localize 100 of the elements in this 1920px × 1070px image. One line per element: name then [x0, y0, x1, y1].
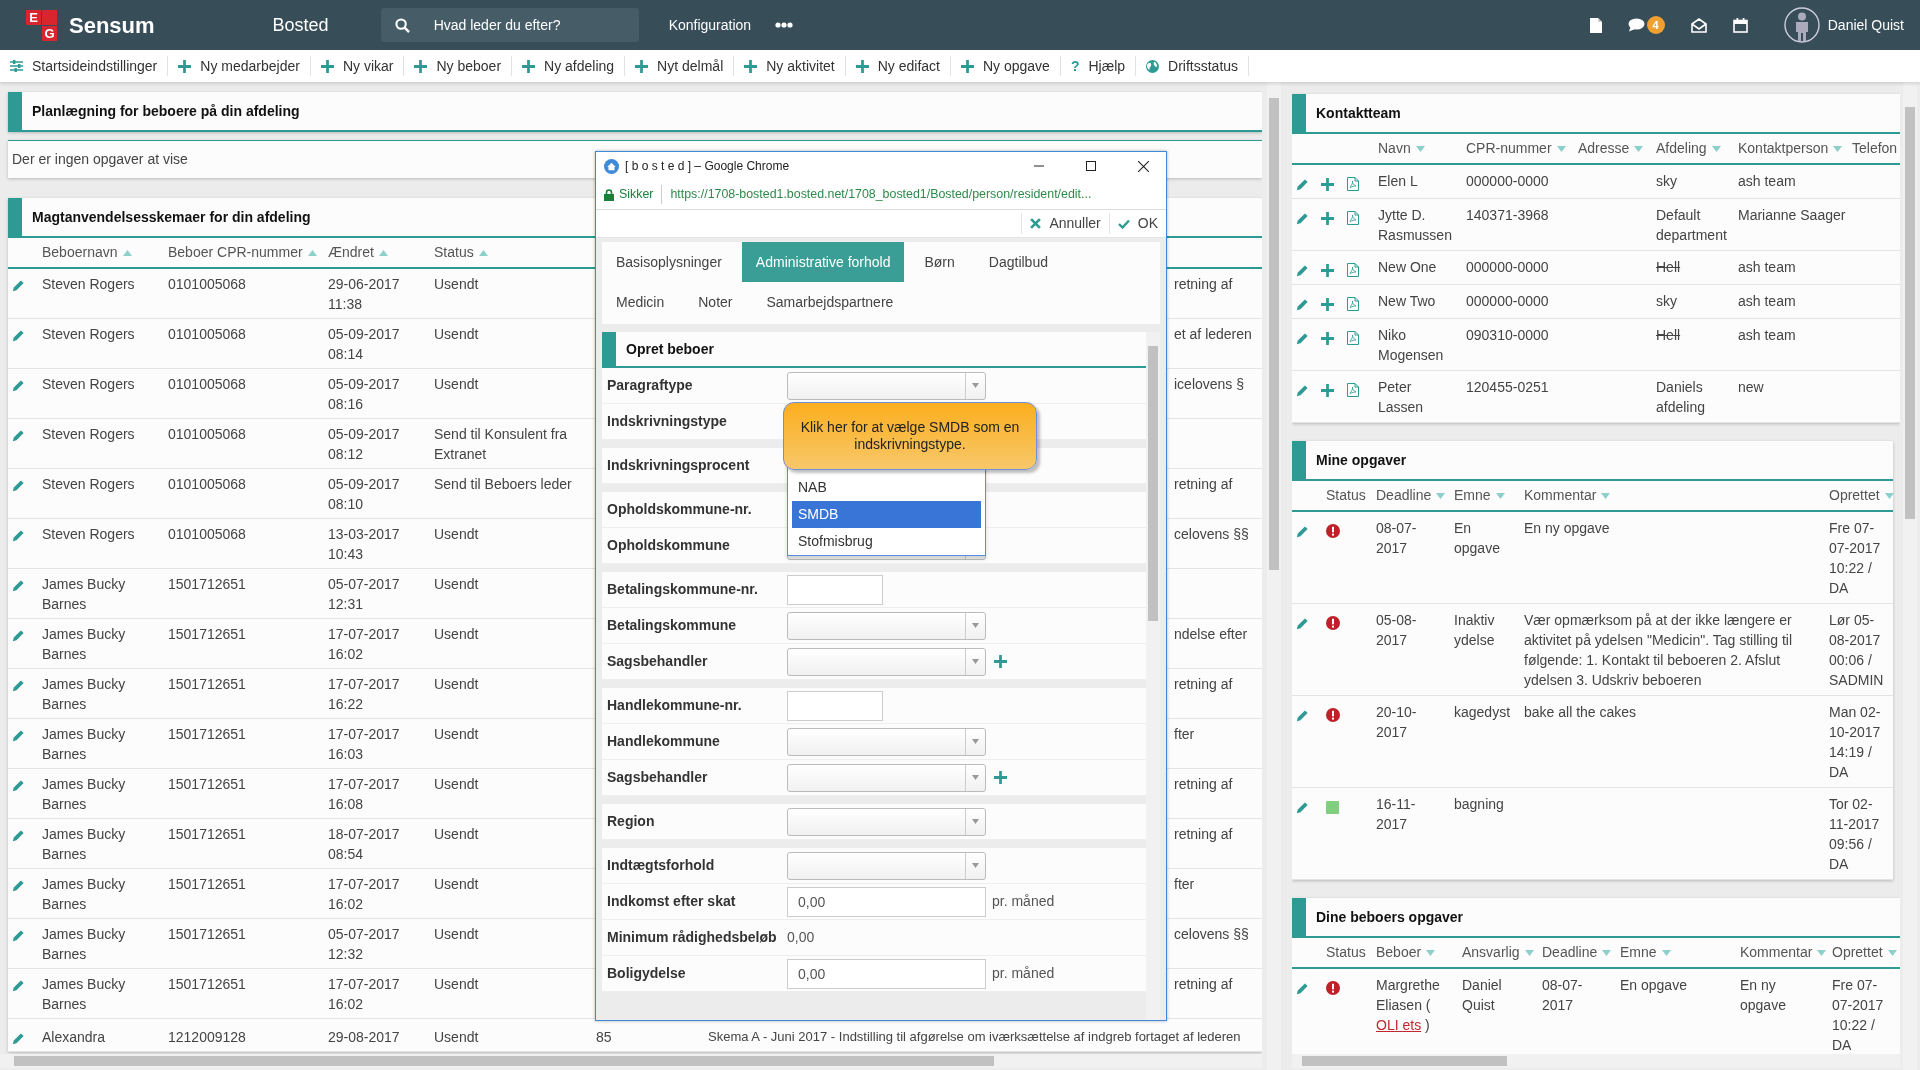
cancel-button[interactable]: Annuller: [1021, 213, 1109, 234]
column-header[interactable]: Beboer CPR-nummer: [164, 238, 324, 268]
column-header[interactable]: Oprettet: [1828, 938, 1900, 968]
horizontal-scrollbar[interactable]: [0, 1054, 1262, 1068]
search-bar[interactable]: Hvad leder du efter?: [380, 8, 639, 42]
calendar-icon[interactable]: [1732, 17, 1748, 33]
column-header[interactable]: CPR-nummer: [1462, 134, 1574, 164]
sort-icon[interactable]: [1602, 950, 1612, 957]
chat-icon[interactable]: [1627, 18, 1645, 32]
pencil-icon[interactable]: [12, 978, 25, 992]
column-header[interactable]: Adresse: [1574, 134, 1652, 164]
sort-icon[interactable]: [122, 250, 132, 257]
pencil-icon[interactable]: [1296, 524, 1309, 538]
caret-icon[interactable]: [972, 659, 979, 664]
sort-icon[interactable]: [307, 250, 317, 257]
pencil-icon[interactable]: [12, 878, 25, 892]
pencil-icon[interactable]: [12, 1031, 25, 1045]
vertical-scrollbar[interactable]: [1267, 82, 1281, 1070]
caret-icon[interactable]: [972, 739, 979, 744]
sort-icon[interactable]: [1884, 493, 1894, 500]
pencil-icon[interactable]: [1296, 177, 1309, 191]
sort-icon[interactable]: [478, 250, 488, 257]
select-field[interactable]: [787, 727, 986, 756]
menu-link[interactable]: Konfiguration: [668, 14, 752, 36]
input-field[interactable]: [787, 574, 883, 605]
column-header[interactable]: Emne: [1616, 938, 1736, 968]
column-header[interactable]: Emne: [1450, 481, 1520, 511]
plus-icon[interactable]: [1321, 331, 1334, 345]
sort-icon[interactable]: [1817, 950, 1827, 957]
pencil-icon[interactable]: [1296, 297, 1309, 311]
pencil-icon[interactable]: [12, 628, 25, 642]
sort-icon[interactable]: [1436, 493, 1446, 500]
pencil-icon[interactable]: [12, 778, 25, 792]
plus-icon[interactable]: [635, 59, 649, 73]
pencil-icon[interactable]: [1296, 383, 1309, 397]
caret-icon[interactable]: [972, 383, 979, 388]
pencil-icon[interactable]: [1296, 331, 1309, 345]
toolbar-link[interactable]: Driftsstatus: [1136, 56, 1250, 76]
envelope-icon[interactable]: [1690, 17, 1707, 33]
sort-icon[interactable]: [1556, 146, 1566, 153]
toolbar-link[interactable]: Ny edifact: [845, 56, 951, 76]
pencil-icon[interactable]: [1296, 263, 1309, 277]
toolbar-link[interactable]: Ny opgave: [950, 56, 1061, 76]
sort-icon[interactable]: [1711, 146, 1721, 153]
sort-icon[interactable]: [1601, 493, 1611, 500]
plus-icon[interactable]: [994, 655, 1007, 668]
pencil-icon[interactable]: [12, 478, 25, 492]
select-field[interactable]: [787, 763, 986, 792]
caret-icon[interactable]: [972, 863, 979, 868]
pencil-icon[interactable]: [12, 428, 25, 442]
pencil-icon[interactable]: [12, 528, 25, 542]
sort-icon[interactable]: [1634, 146, 1644, 153]
plus-icon[interactable]: [1321, 211, 1334, 225]
pencil-icon[interactable]: [1296, 800, 1309, 814]
column-header[interactable]: Beboernavn: [38, 238, 164, 268]
sort-icon[interactable]: [1495, 493, 1505, 500]
caret-icon[interactable]: [972, 819, 979, 824]
avatar-icon[interactable]: [1783, 7, 1820, 43]
select-field[interactable]: [787, 647, 986, 676]
user-name[interactable]: Daniel Quist: [1827, 14, 1904, 36]
pencil-icon[interactable]: [12, 728, 25, 742]
column-header[interactable]: Beboer: [1372, 938, 1458, 968]
sort-icon[interactable]: [1887, 950, 1897, 957]
column-header[interactable]: Kommentar: [1736, 938, 1828, 968]
pencil-icon[interactable]: [12, 578, 25, 592]
sort-icon[interactable]: [1415, 146, 1425, 153]
search-field[interactable]: Hvad leder du efter?: [431, 13, 622, 37]
plus-icon[interactable]: [855, 59, 869, 73]
sort-icon[interactable]: [378, 250, 388, 257]
column-header[interactable]: Ændret: [324, 238, 430, 268]
column-header[interactable]: Deadline: [1372, 481, 1450, 511]
caret-icon[interactable]: [972, 623, 979, 628]
toolbar-link[interactable]: Nyt delmål: [625, 56, 735, 76]
select-field[interactable]: [787, 611, 986, 640]
toolbar-link[interactable]: Ny afdeling: [512, 56, 626, 76]
select-field[interactable]: [787, 807, 986, 836]
pencil-icon[interactable]: [12, 278, 25, 292]
select-field[interactable]: [787, 851, 986, 880]
pencil-icon[interactable]: [1296, 211, 1309, 225]
plus-icon[interactable]: [414, 59, 428, 73]
pencil-icon[interactable]: [12, 678, 25, 692]
plus-icon[interactable]: [1321, 297, 1334, 311]
plus-icon[interactable]: [1321, 263, 1334, 277]
plus-icon[interactable]: [1321, 177, 1334, 191]
plus-icon[interactable]: [522, 59, 536, 73]
plus-icon[interactable]: [1321, 383, 1334, 397]
more-icon[interactable]: [775, 22, 794, 28]
toolbar-link[interactable]: Ny beboer: [404, 56, 513, 76]
resident-link[interactable]: OLI ets: [1376, 1017, 1422, 1033]
dropdown-option[interactable]: NAB: [792, 474, 981, 501]
vertical-scrollbar[interactable]: [1146, 332, 1160, 1020]
document-icon[interactable]: [1589, 17, 1602, 33]
column-header[interactable]: Ansvarlig: [1458, 938, 1538, 968]
horizontal-scrollbar[interactable]: [1292, 1054, 1900, 1068]
toolbar-link[interactable]: ? Hjælp: [1060, 56, 1137, 76]
column-header[interactable]: Afdeling: [1652, 134, 1734, 164]
sort-icon[interactable]: [1426, 950, 1436, 957]
pencil-icon[interactable]: [1296, 981, 1309, 995]
input-field[interactable]: 0,00: [787, 886, 986, 917]
sort-icon[interactable]: [1661, 950, 1671, 957]
